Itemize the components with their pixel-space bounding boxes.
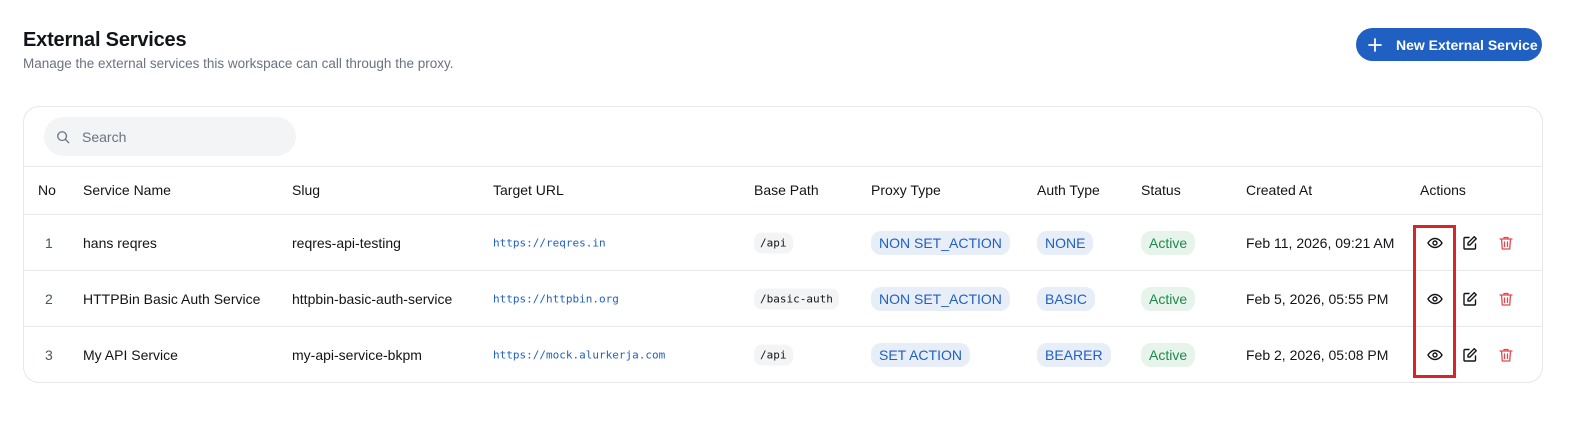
status-badge: Active — [1141, 230, 1196, 255]
base-path-code: /basic-auth — [754, 288, 839, 309]
column-header-status: Status — [1141, 182, 1181, 198]
proxy-type-badge: NON SET_ACTION — [871, 230, 1010, 255]
column-header-actions: Actions — [1420, 182, 1466, 198]
service-name: My API Service — [83, 347, 178, 363]
row-number: 1 — [45, 234, 53, 251]
page-title: External Services — [23, 29, 187, 51]
column-header-proxy-type: Proxy Type — [871, 182, 941, 198]
service-slug: reqres-api-testing — [292, 234, 401, 251]
column-header-service-name: Service Name — [83, 182, 171, 198]
column-header-no: No — [38, 182, 56, 198]
created-at: Feb 11, 2026, 09:21 AM — [1246, 234, 1395, 251]
base-path-code: /api — [754, 232, 793, 253]
services-table-card: No Service Name Slug Target URL Base Pat… — [23, 106, 1543, 383]
service-name: HTTPBin Basic Auth Service — [83, 290, 261, 307]
edit-button[interactable] — [1461, 346, 1479, 364]
auth-type-badge: NONE — [1037, 230, 1094, 255]
row-number: 3 — [45, 347, 53, 363]
table-row: 3 My API Service my-api-service-bkpm htt… — [24, 327, 1542, 382]
trash-icon — [1499, 292, 1513, 306]
column-header-slug: Slug — [292, 182, 321, 198]
proxy-type-badge: SET ACTION — [871, 343, 970, 367]
proxy-type-badge: NON SET_ACTION — [871, 286, 1010, 311]
row-number: 2 — [45, 290, 53, 307]
delete-button[interactable] — [1497, 234, 1515, 252]
table-row: 1 hans reqres reqres-api-testing https:/… — [24, 215, 1542, 271]
auth-type-badge: BASIC — [1037, 286, 1096, 311]
trash-icon — [1499, 348, 1513, 362]
base-path-code: /api — [754, 344, 793, 366]
status-badge: Active — [1141, 343, 1196, 367]
edit-button[interactable] — [1461, 290, 1479, 308]
table-header: No Service Name Slug Target URL Base Pat… — [24, 166, 1542, 215]
target-url-link[interactable]: https://httpbin.org — [493, 292, 619, 305]
trash-icon — [1499, 236, 1513, 250]
page-subtitle: Manage the external services this worksp… — [23, 56, 454, 71]
search-input[interactable] — [82, 128, 272, 145]
search-icon — [57, 130, 70, 143]
edit-icon — [1463, 348, 1477, 362]
plus-icon — [1368, 37, 1382, 52]
created-at: Feb 2, 2026, 05:08 PM — [1246, 347, 1389, 363]
delete-button[interactable] — [1497, 346, 1515, 364]
search-box[interactable] — [44, 117, 296, 156]
delete-button[interactable] — [1497, 290, 1515, 308]
column-header-created-at: Created At — [1246, 182, 1313, 198]
target-url-link[interactable]: https://mock.alurkerja.com — [493, 349, 665, 362]
created-at: Feb 5, 2026, 05:55 PM — [1246, 290, 1389, 307]
column-header-target-url: Target URL — [493, 182, 564, 198]
status-badge: Active — [1141, 286, 1196, 311]
target-url-link[interactable]: https://reqres.in — [493, 236, 606, 249]
service-slug: my-api-service-bkpm — [292, 347, 422, 363]
service-slug: httpbin-basic-auth-service — [292, 290, 453, 307]
new-external-service-button[interactable]: New External Service — [1356, 28, 1542, 61]
auth-type-badge: BEARER — [1037, 343, 1111, 367]
new-external-service-label: New External Service — [1396, 36, 1538, 53]
service-name: hans reqres — [83, 234, 157, 251]
edit-icon — [1463, 291, 1477, 306]
column-header-auth-type: Auth Type — [1037, 182, 1100, 198]
edit-button[interactable] — [1461, 234, 1479, 252]
edit-icon — [1463, 235, 1477, 250]
table-row: 2 HTTPBin Basic Auth Service httpbin-bas… — [24, 271, 1542, 327]
view-actions-highlight-box — [1413, 225, 1456, 378]
column-header-base-path: Base Path — [754, 182, 819, 198]
